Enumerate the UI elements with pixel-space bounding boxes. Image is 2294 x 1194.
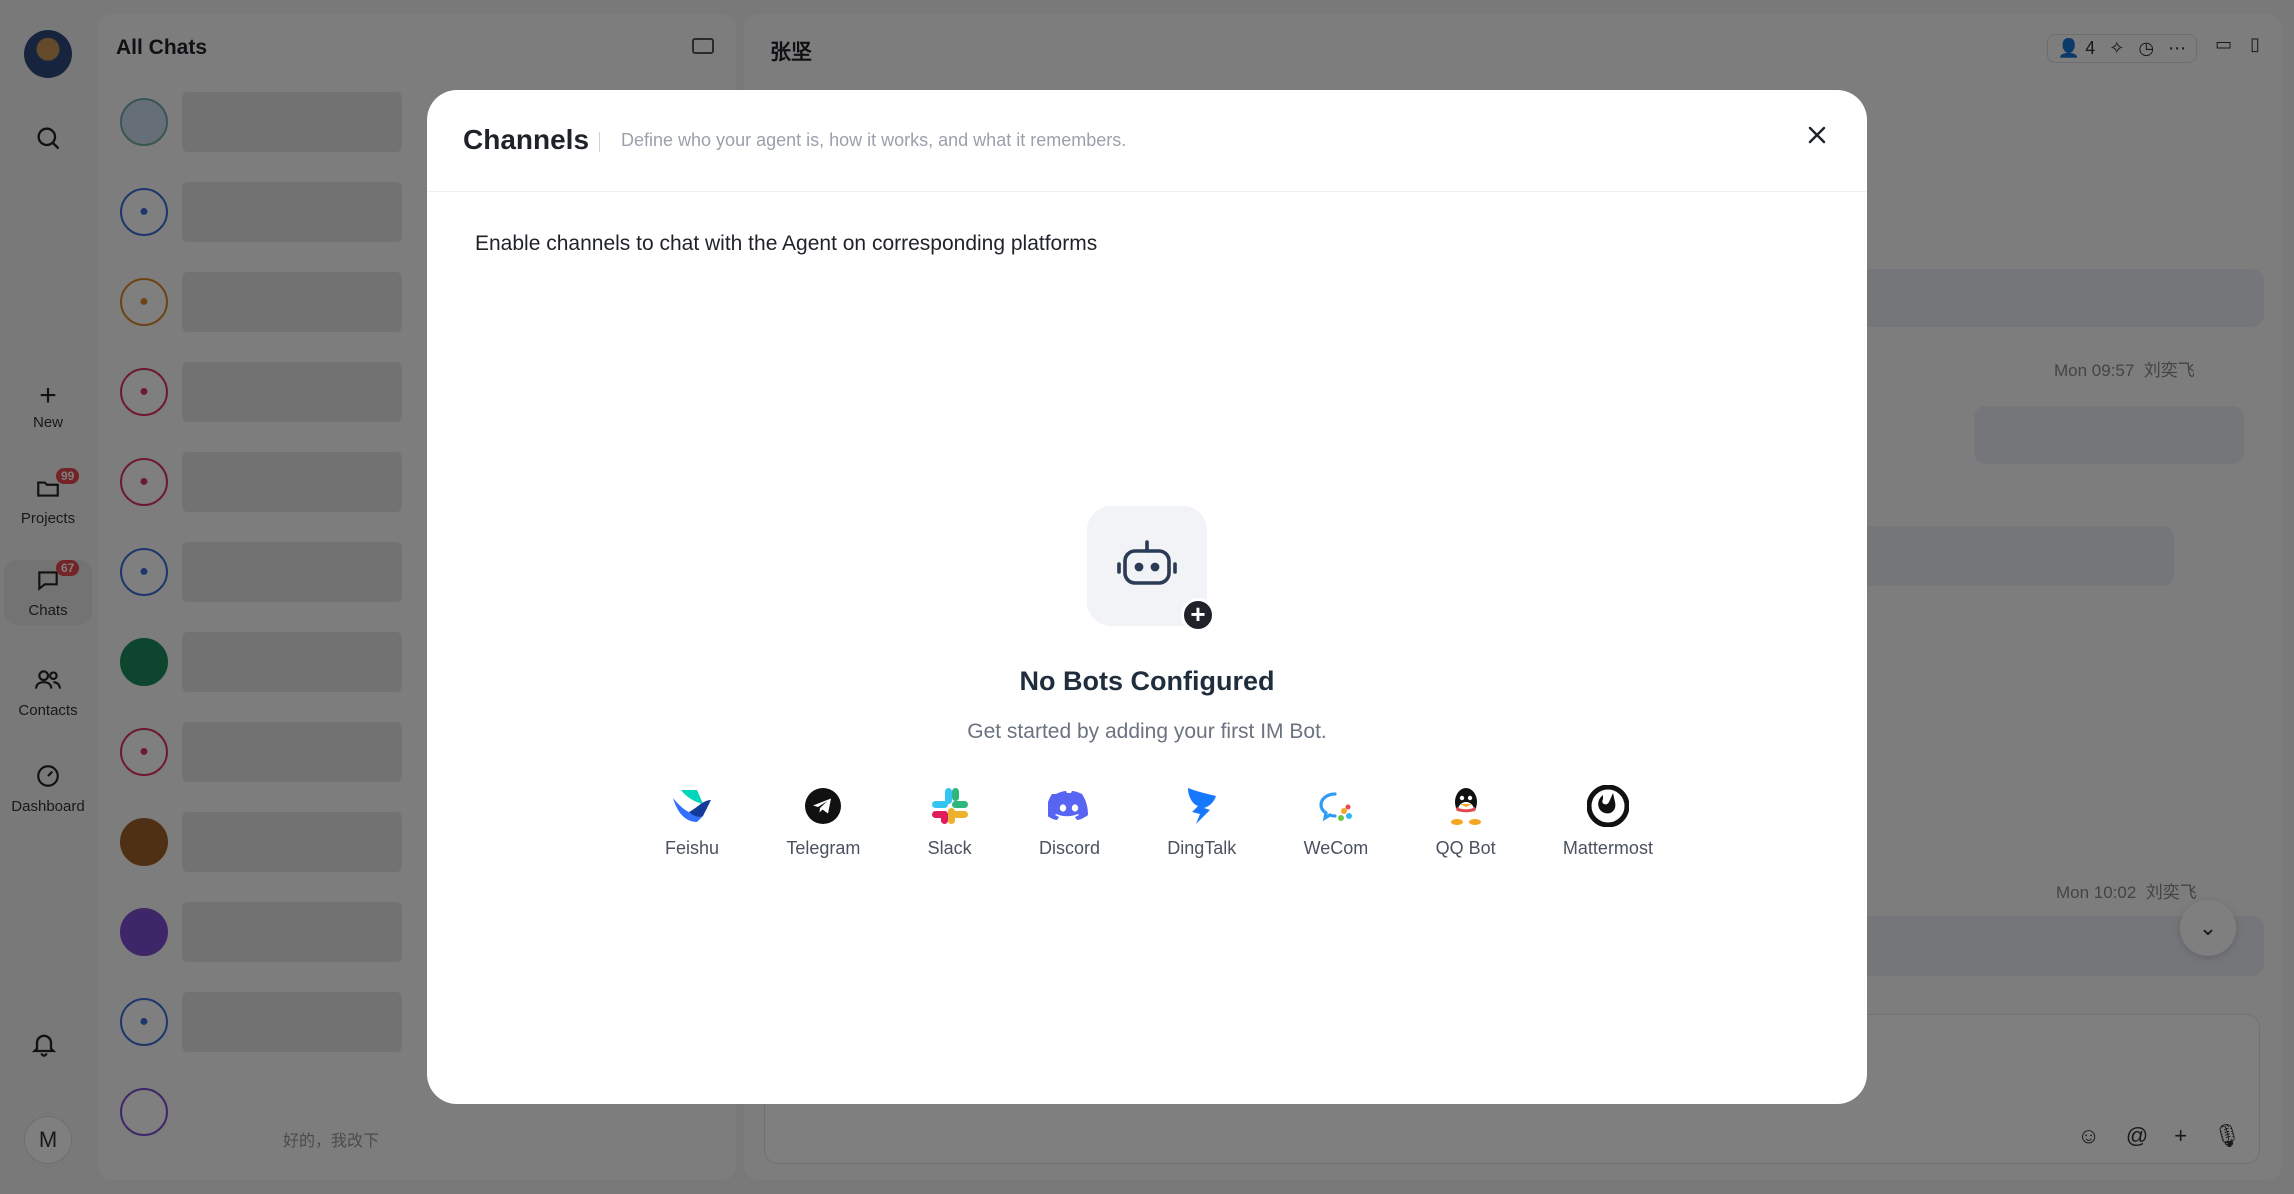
feishu-icon: [670, 784, 714, 828]
channel-qq-bot[interactable]: QQ Bot: [1430, 784, 1502, 859]
dialog-title: Channels: [463, 124, 590, 155]
channel-slack[interactable]: Slack: [922, 784, 978, 859]
dialog-subtitle: Define who your agent is, how it works, …: [621, 130, 1127, 150]
channel-label: QQ Bot: [1435, 838, 1496, 858]
channels-dialog: Channels Define who your agent is, how i…: [427, 90, 1867, 1104]
mattermost-icon: [1586, 784, 1630, 828]
channel-label: Slack: [927, 838, 972, 858]
bot-placeholder[interactable]: +: [1087, 506, 1215, 632]
slack-icon: [928, 784, 972, 828]
empty-state-title: No Bots Configured: [1019, 666, 1275, 696]
channel-discord[interactable]: Discord: [1033, 784, 1106, 859]
channel-label: Mattermost: [1562, 838, 1653, 858]
channel-label: Telegram: [786, 838, 861, 858]
dialog-header: Channels Define who your agent is, how i…: [427, 90, 1867, 192]
dialog-intro: Enable channels to chat with the Agent o…: [475, 232, 1098, 255]
channel-wecom[interactable]: WeCom: [1298, 784, 1375, 859]
close-button[interactable]: [1801, 120, 1833, 152]
discord-icon: [1047, 784, 1091, 828]
channel-label: Discord: [1038, 838, 1100, 858]
close-icon: [1808, 126, 1826, 144]
dingtalk-icon: [1180, 784, 1224, 828]
telegram-icon: [801, 784, 845, 828]
qq-icon: [1444, 784, 1488, 828]
add-bot-plus-icon[interactable]: +: [1181, 598, 1215, 632]
channel-feishu[interactable]: Feishu: [659, 784, 725, 859]
robot-icon: [1117, 540, 1177, 585]
channel-dingtalk[interactable]: DingTalk: [1161, 784, 1242, 859]
wecom-icon: [1314, 784, 1358, 828]
channel-mattermost[interactable]: Mattermost: [1557, 784, 1659, 859]
channel-label: Feishu: [665, 838, 720, 858]
header-divider: [599, 132, 600, 152]
channel-label: WeCom: [1303, 838, 1369, 858]
channel-telegram[interactable]: Telegram: [780, 784, 866, 859]
empty-state-subtitle: Get started by adding your first IM Bot.: [967, 720, 1327, 743]
channel-options: Feishu Telegram Slack Discord DingTalk W…: [659, 784, 1659, 859]
channel-label: DingTalk: [1167, 838, 1237, 858]
